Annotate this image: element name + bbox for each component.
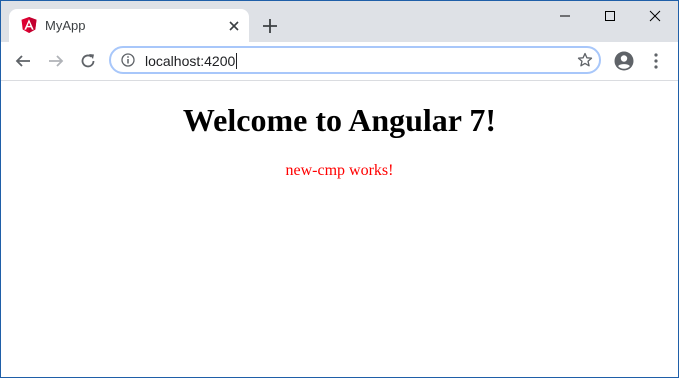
- browser-tab[interactable]: MyApp: [9, 9, 249, 42]
- kebab-menu-icon[interactable]: [653, 53, 659, 69]
- new-tab-icon[interactable]: [260, 16, 280, 36]
- tab-close-icon[interactable]: [227, 19, 241, 33]
- title-bar: MyApp: [1, 1, 678, 42]
- browser-window: MyApp localhost:4200 Welcome to Angular …: [0, 0, 679, 378]
- tab-title: MyApp: [45, 18, 86, 33]
- angular-shield-icon: [21, 17, 37, 33]
- star-icon[interactable]: [577, 52, 593, 68]
- info-icon[interactable]: [121, 53, 135, 67]
- profile-icon[interactable]: [614, 51, 634, 71]
- browser-toolbar: localhost:4200: [1, 42, 678, 81]
- close-window-button[interactable]: [632, 1, 678, 31]
- text-cursor: [236, 53, 238, 69]
- page-heading: Welcome to Angular 7!: [182, 102, 497, 138]
- address-bar[interactable]: localhost:4200: [109, 46, 601, 74]
- maximize-button[interactable]: [587, 1, 633, 31]
- reload-icon[interactable]: [78, 51, 98, 71]
- minimize-icon: [560, 15, 570, 17]
- maximize-icon: [605, 11, 615, 21]
- page-viewport: Welcome to Angular 7! new-cmp works!: [1, 81, 678, 377]
- minimize-button[interactable]: [542, 1, 588, 31]
- component-text: new-cmp works!: [285, 162, 394, 179]
- forward-arrow-icon[interactable]: [46, 51, 66, 71]
- close-icon: [649, 10, 661, 22]
- back-arrow-icon[interactable]: [13, 51, 33, 71]
- url-text[interactable]: localhost:4200: [145, 53, 238, 69]
